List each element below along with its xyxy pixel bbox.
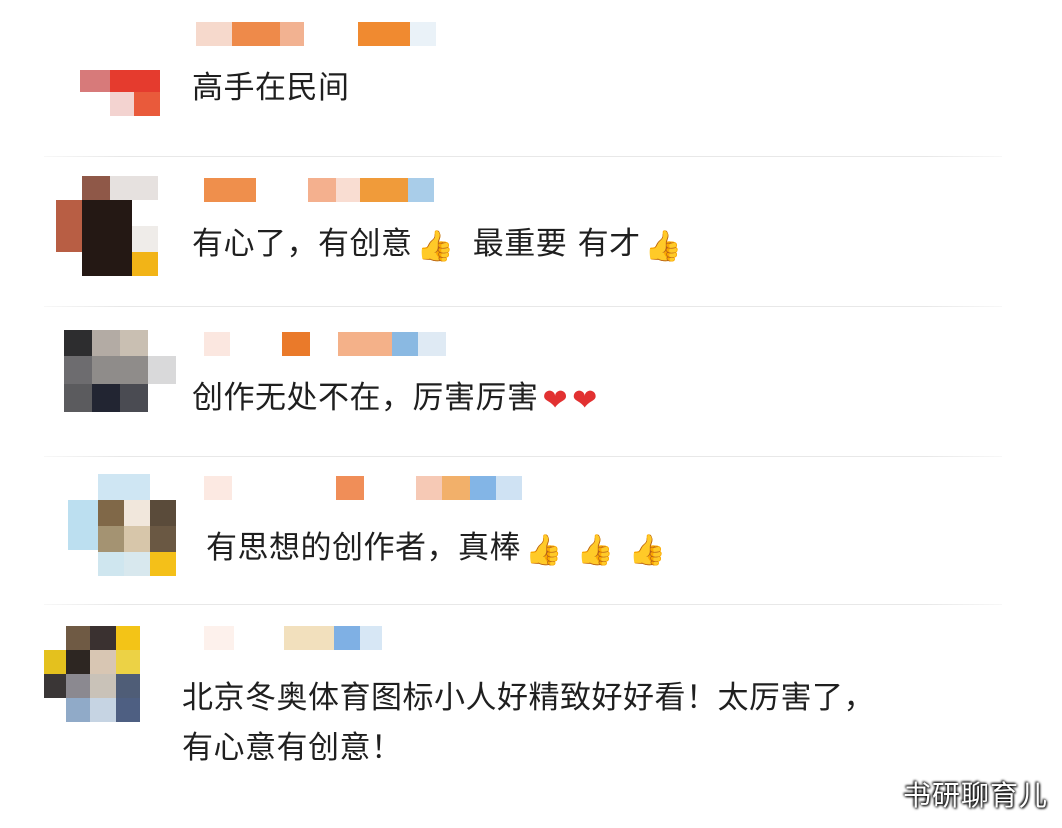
avatar[interactable] [44, 626, 140, 722]
thumbs-up-icon: 👍 [644, 229, 683, 264]
avatar[interactable] [68, 474, 180, 576]
avatar[interactable] [80, 70, 160, 120]
thumbs-up-icon: 👍 [525, 533, 563, 568]
thumbs-up-icon: 👍 [628, 533, 667, 568]
thumbs-up-icon: 👍 [416, 229, 455, 264]
divider [44, 604, 1002, 605]
comment-text: 高手在民间 [192, 70, 350, 106]
comment-text-line-2: 有心意有创意！ [182, 730, 403, 766]
thumbs-up-icon: 👍 [576, 533, 615, 568]
avatar[interactable] [64, 330, 176, 412]
comment-text: 有思想的创作者，真棒 👍 👍 👍 [206, 530, 667, 568]
divider [44, 156, 1002, 157]
avatar[interactable] [56, 176, 158, 276]
watermark: 书研聊育儿 [902, 779, 1048, 812]
divider [44, 456, 1002, 457]
heart-icon: ❤ [572, 383, 598, 418]
divider [44, 306, 1002, 307]
comment-text-line-1: 北京冬奥体育图标小人好精致好好看！太厉害了， [182, 680, 875, 716]
comment-text: 有心了，有创意 👍 最重要 有才 👍 [192, 226, 683, 264]
comment-text: 创作无处不在，厉害厉害 ❤ ❤ [192, 380, 598, 418]
heart-icon: ❤ [542, 383, 569, 418]
